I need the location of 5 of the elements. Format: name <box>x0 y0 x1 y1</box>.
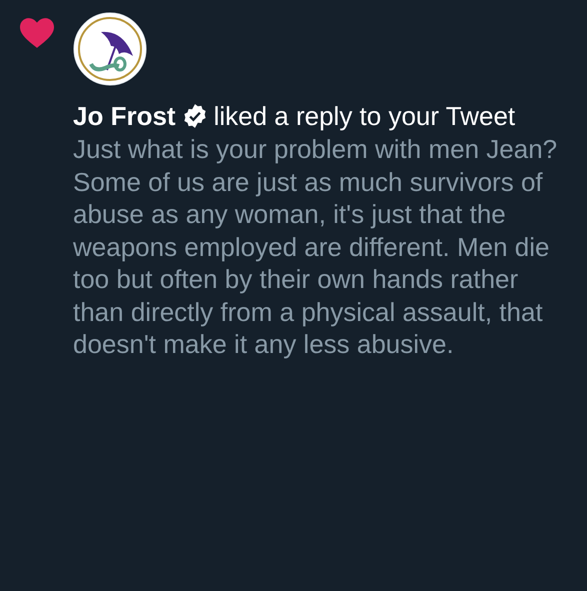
tweet-text: Just what is your problem with men Jean? Some of us are just as much survivors of abuse as any woman, it's just that the weapons employed are different. Men die too but often by their own hands rather than directly from a physical assault, that doesn't make it any less abusive. <box>73 133 558 360</box>
avatar[interactable] <box>73 12 147 86</box>
notification-text: liked a reply to your Tweet <box>214 101 516 131</box>
user-name[interactable]: Jo Frost <box>73 101 176 131</box>
heart-icon <box>20 18 54 48</box>
